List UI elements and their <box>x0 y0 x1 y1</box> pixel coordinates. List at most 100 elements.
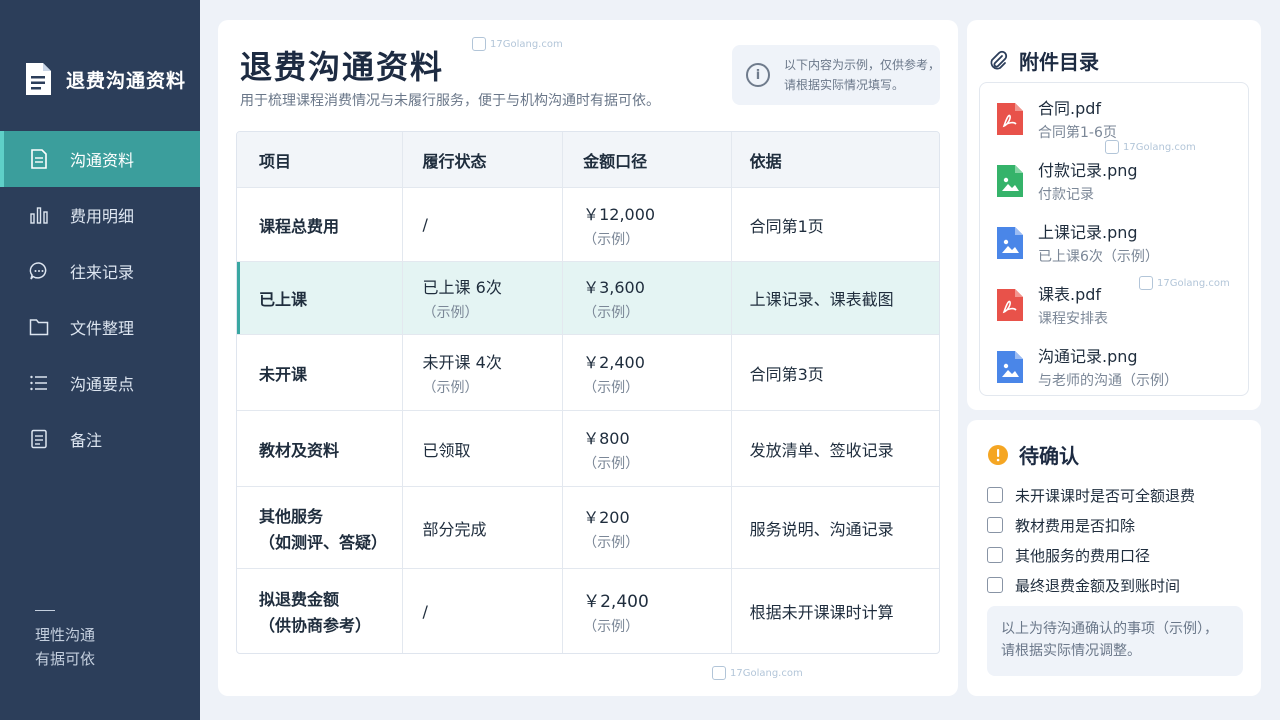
checkbox[interactable] <box>987 517 1003 533</box>
amount-cell: ￥800 （示例） <box>562 411 731 486</box>
basis-cell: 发放清单、签收记录 <box>730 411 939 486</box>
watermark-logo-icon <box>712 666 726 680</box>
table-row: 其他服务 （如测评、答疑） 部分完成 ￥200 （示例） 服务说明、沟通记录 <box>237 486 939 568</box>
page-title: 退费沟通资料 <box>240 48 445 86</box>
sidebar-item-notes[interactable]: 备注 <box>0 411 200 467</box>
sidebar-item-key-points[interactable]: 沟通要点 <box>0 355 200 411</box>
watermark: 17Golang.com <box>1139 276 1230 290</box>
sidebar-footer: 理性沟通 有据可依 <box>35 610 95 671</box>
sidebar-item-label: 备注 <box>70 431 103 450</box>
divider <box>35 610 55 611</box>
basis-cell: 根据未开课课时计算 <box>730 569 939 653</box>
example-note: i 以下内容为示例，仅供参考， 请根据实际情况填写。 <box>732 45 940 105</box>
file-desc: 课程安排表 <box>1038 311 1108 327</box>
slogan-line-1: 理性沟通 <box>35 626 96 644</box>
sidebar-item-label: 沟通资料 <box>70 151 135 170</box>
sidebar-item-communication-materials[interactable]: 沟通资料 <box>0 131 200 187</box>
image-file-icon <box>997 164 1023 197</box>
note-text: 以下内容为示例，仅供参考， 请根据实际情况填写。 <box>784 58 941 92</box>
checklist-item[interactable]: 教材费用是否扣除 <box>987 510 1195 540</box>
checklist-item[interactable]: 未开课课时是否可全额退费 <box>987 480 1195 510</box>
status-cell: 已上课 6次 （示例） <box>401 262 563 334</box>
sidebar-item-label: 费用明细 <box>70 207 135 226</box>
table-header-row: 项目 履行状态 金额口径 依据 <box>237 132 939 187</box>
paperclip-icon <box>987 50 1009 72</box>
image-file-icon <box>997 350 1023 383</box>
pending-checklist: 未开课课时是否可全额退费 教材费用是否扣除 其他服务的费用口径 最终退费金额及到… <box>987 480 1195 600</box>
sidebar-item-fee-details[interactable]: 费用明细 <box>0 187 200 243</box>
status-cell: 已领取 <box>401 411 563 486</box>
file-name: 上课记录.png <box>1038 223 1138 242</box>
status-cell: 部分完成 <box>401 487 563 568</box>
column-header: 履行状态 <box>401 132 563 187</box>
status-cell: / <box>401 188 563 261</box>
file-name: 沟通记录.png <box>1038 347 1138 366</box>
item-cell: 拟退费金额 （供协商参考） <box>259 590 372 635</box>
document-icon <box>28 148 50 170</box>
page-subtitle: 用于梳理课程消费情况与未履行服务，便于与机构沟通时有据可依。 <box>240 93 660 109</box>
image-file-icon <box>997 226 1023 259</box>
status-cell: / <box>401 569 563 653</box>
pdf-file-icon <box>997 102 1023 135</box>
attachment-item[interactable]: 课表.pdf 课程安排表 <box>996 281 1108 328</box>
watermark-logo-icon <box>472 37 486 51</box>
table-row: 课程总费用 / ￥12,000 （示例） 合同第1页 <box>237 187 939 261</box>
status-cell: 未开课 4次 （示例） <box>401 335 563 410</box>
main-panel: 退费沟通资料 用于梳理课程消费情况与未履行服务，便于与机构沟通时有据可依。 i … <box>218 20 958 696</box>
file-desc: 与老师的沟通（示例） <box>1038 373 1178 389</box>
document-logo-icon <box>26 63 51 95</box>
file-desc: 付款记录 <box>1038 187 1094 203</box>
item-cell: 未开课 <box>259 364 308 384</box>
chat-bubble-icon <box>28 260 50 282</box>
attachment-item[interactable]: 沟通记录.png 与老师的沟通（示例） <box>996 343 1178 390</box>
attachments-title: 附件目录 <box>987 46 1099 75</box>
table-row: 教材及资料 已领取 ￥800 （示例） 发放清单、签收记录 <box>237 410 939 486</box>
pending-note: 以上为待沟通确认的事项（示例）， 请根据实际情况调整。 <box>987 606 1243 676</box>
sidebar-item-correspondence[interactable]: 往来记录 <box>0 243 200 299</box>
attachment-list: 合同.pdf 合同第1-6页 付款记录.png 付款记录 上课记录.png 已上课6次… <box>979 82 1249 396</box>
sidebar-item-file-organization[interactable]: 文件整理 <box>0 299 200 355</box>
fee-table: 项目 履行状态 金额口径 依据 课程总费用 / ￥12,000 （示例） 合同第1… <box>236 131 940 654</box>
table-row: 拟退费金额 （供协商参考） / ￥2,400 （示例） 根据未开课课时计算 <box>237 568 939 653</box>
file-desc: 合同第1-6页 <box>1038 125 1117 141</box>
item-cell: 课程总费用 <box>259 216 340 236</box>
sidebar-item-label: 文件整理 <box>70 319 135 338</box>
brand: 退费沟通资料 <box>24 62 186 96</box>
amount-cell: ￥2,400 （示例） <box>562 569 731 653</box>
amount-cell: ￥200 （示例） <box>562 487 731 568</box>
amount-cell: ￥2,400 （示例） <box>562 335 731 410</box>
checkbox[interactable] <box>987 487 1003 503</box>
checkbox[interactable] <box>987 547 1003 563</box>
amount-cell: ￥12,000 （示例） <box>562 188 731 261</box>
item-cell: 教材及资料 <box>259 440 340 460</box>
basis-cell: 合同第1页 <box>730 188 939 261</box>
file-name: 付款记录.png <box>1038 161 1138 180</box>
item-cell: 已上课 <box>237 262 402 334</box>
file-desc: 已上课6次（示例） <box>1038 249 1159 265</box>
watermark: 17Golang.com <box>1105 140 1196 154</box>
attachment-item[interactable]: 合同.pdf 合同第1-6页 <box>996 95 1117 142</box>
column-header: 项目 <box>259 151 292 171</box>
file-name: 合同.pdf <box>1038 99 1102 118</box>
amount-cell: ￥3,600 （示例） <box>562 262 731 334</box>
slogan-line-2: 有据可依 <box>35 650 96 668</box>
info-icon: i <box>746 63 770 87</box>
column-header: 金额口径 <box>562 132 731 187</box>
warning-icon <box>987 444 1009 466</box>
checkbox[interactable] <box>987 577 1003 593</box>
checklist-item[interactable]: 最终退费金额及到账时间 <box>987 570 1195 600</box>
attachments-panel: 附件目录 合同.pdf 合同第1-6页 付款记录.png 付款记录 上课记录.png… <box>967 20 1261 410</box>
pdf-file-icon <box>997 288 1023 321</box>
pending-title: 待确认 <box>987 440 1079 469</box>
app-title: 退费沟通资料 <box>66 69 187 92</box>
attachment-item[interactable]: 上课记录.png 已上课6次（示例） <box>996 219 1159 266</box>
sidebar: 退费沟通资料 沟通资料 费用明细 往来记录 文件整理 沟通要点 备注 理性沟通 … <box>0 0 200 720</box>
sidebar-nav: 沟通资料 费用明细 往来记录 文件整理 沟通要点 备注 <box>0 131 200 467</box>
watermark-logo-icon <box>1105 140 1119 154</box>
attachment-item[interactable]: 付款记录.png 付款记录 <box>996 157 1138 204</box>
column-header: 依据 <box>730 132 939 187</box>
watermark: 17Golang.com <box>712 666 803 680</box>
pending-panel: 待确认 未开课课时是否可全额退费 教材费用是否扣除 其他服务的费用口径 最终退费… <box>967 420 1261 696</box>
table-row: 未开课 未开课 4次 （示例） ￥2,400 （示例） 合同第3页 <box>237 334 939 410</box>
checklist-item[interactable]: 其他服务的费用口径 <box>987 540 1195 570</box>
